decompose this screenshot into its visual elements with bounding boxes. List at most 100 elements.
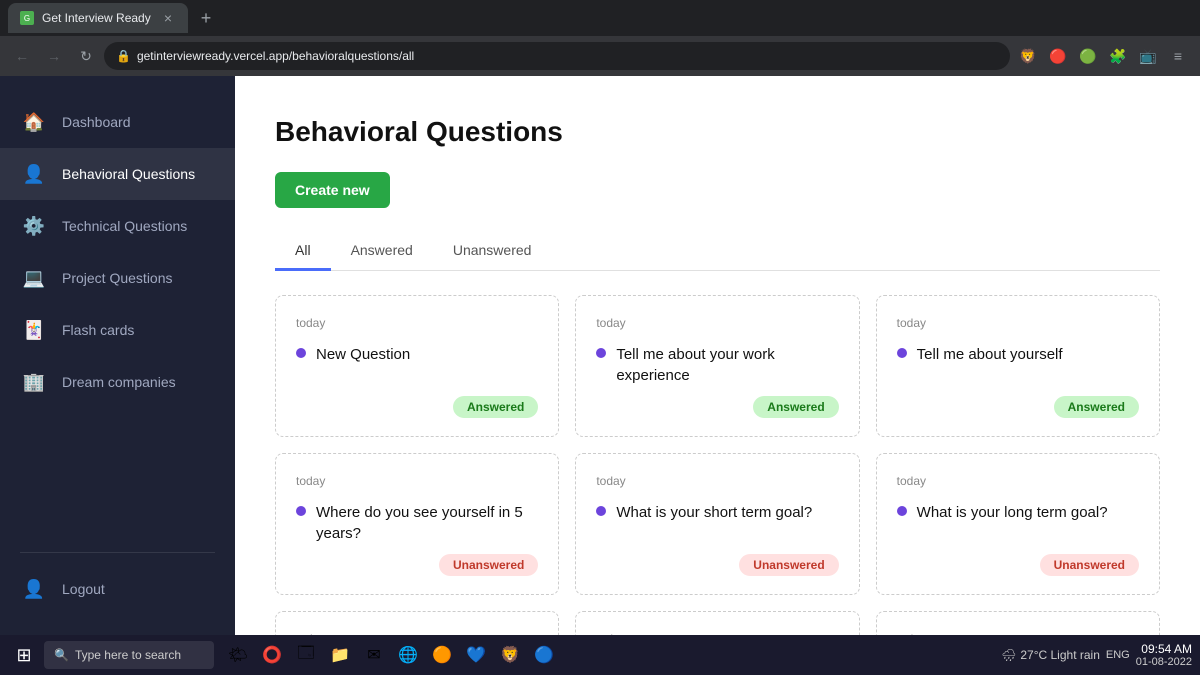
page-title: Behavioral Questions — [275, 116, 1160, 148]
unanswered-badge: Unanswered — [439, 554, 538, 576]
browser-extension-icons: 🦁 🔴 🟢 🧩 📺 ≡ — [1014, 42, 1192, 70]
tab-close-button[interactable]: × — [160, 10, 176, 26]
question-card[interactable]: today Tell me about yourself Answered — [876, 295, 1160, 437]
question-card[interactable]: today What is your long term goal? Unans… — [876, 453, 1160, 595]
taskbar-app-office[interactable]: 🟠 — [426, 639, 458, 671]
create-new-button[interactable]: Create new — [275, 172, 390, 208]
answered-badge: Answered — [753, 396, 838, 418]
card-date: today — [296, 316, 538, 330]
app-layout: 🏠 Dashboard 👤 Behavioral Questions ⚙️ Te… — [0, 76, 1200, 635]
start-button[interactable]: ⊞ — [8, 639, 40, 671]
taskbar-app-taskview[interactable]: 🗔 — [290, 639, 322, 671]
lock-icon: 🔒 — [116, 49, 131, 63]
back-button[interactable]: ← — [8, 42, 36, 70]
sidebar-bottom: 👤 Logout — [0, 542, 235, 615]
sidebar-label-dream: Dream companies — [62, 374, 176, 390]
profile-icon[interactable]: 🟢 — [1074, 42, 1102, 70]
taskbar-app-cortana[interactable]: ⭕ — [256, 639, 288, 671]
taskbar-search[interactable]: 🔍 Type here to search — [44, 641, 214, 669]
menu-icon[interactable]: ≡ — [1164, 42, 1192, 70]
tab-title: Get Interview Ready — [42, 11, 152, 25]
flashcards-icon: 🃏 — [20, 316, 48, 344]
card-text: What is your short term goal? — [616, 502, 812, 523]
sidebar-item-behavioral[interactable]: 👤 Behavioral Questions — [0, 148, 235, 200]
sidebar-item-flashcards[interactable]: 🃏 Flash cards — [0, 304, 235, 356]
sidebar-divider — [20, 552, 215, 553]
sidebar-label-logout: Logout — [62, 581, 105, 597]
tab-favicon: G — [20, 11, 34, 25]
search-placeholder: Type here to search — [75, 648, 181, 662]
active-tab[interactable]: G Get Interview Ready × — [8, 3, 188, 33]
question-card[interactable]: today How do you manage your — [275, 611, 559, 635]
card-question: New Question — [296, 344, 538, 386]
question-card[interactable]: today Where do you see yourself in 5 yea… — [275, 453, 559, 595]
taskbar-app-explorer[interactable]: 📁 — [324, 639, 356, 671]
card-badge: Unanswered — [439, 556, 538, 574]
sidebar-item-dashboard[interactable]: 🏠 Dashboard — [0, 96, 235, 148]
card-date: today — [897, 316, 1139, 330]
question-card[interactable]: today What is your short term goal? Unan… — [575, 453, 859, 595]
card-dot — [296, 348, 306, 358]
taskbar-app-edge[interactable]: 🌐 — [392, 639, 424, 671]
new-tab-button[interactable]: + — [192, 4, 220, 32]
sidebar-item-technical[interactable]: ⚙️ Technical Questions — [0, 200, 235, 252]
card-text: Where do you see yourself in 5 years? — [316, 502, 538, 544]
card-dot — [897, 506, 907, 516]
taskbar-right: 🌧 27°C Light rain ENG 09:54 AM 01-08-202… — [1001, 642, 1192, 668]
card-date: today — [897, 474, 1139, 488]
card-text: What is your long term goal? — [917, 502, 1108, 523]
question-card[interactable]: today Tell me about your work experience… — [575, 295, 859, 437]
question-card[interactable]: today What steps do you take to — [575, 611, 859, 635]
technical-icon: ⚙️ — [20, 212, 48, 240]
card-dot — [897, 348, 907, 358]
taskbar-app-weather[interactable]: 🌤 — [222, 639, 254, 671]
extension-icon[interactable]: 🔴 — [1044, 42, 1072, 70]
forward-button[interactable]: → — [40, 42, 68, 70]
card-date: today — [296, 474, 538, 488]
tab-unanswered[interactable]: Unanswered — [433, 232, 552, 271]
taskbar-app-vscode[interactable]: 💙 — [460, 639, 492, 671]
address-bar[interactable]: 🔒 getinterviewready.vercel.app/behaviora… — [104, 42, 1010, 70]
question-card[interactable]: today New Question Answered — [275, 295, 559, 437]
url-text: getinterviewready.vercel.app/behavioralq… — [137, 49, 998, 63]
screen-icon[interactable]: 📺 — [1134, 42, 1162, 70]
logout-icon: 👤 — [20, 575, 48, 603]
dream-icon: 🏢 — [20, 368, 48, 396]
sidebar-item-dream[interactable]: 🏢 Dream companies — [0, 356, 235, 408]
sidebar-item-project[interactable]: 💻 Project Questions — [0, 252, 235, 304]
taskbar-app-mail[interactable]: ✉ — [358, 639, 390, 671]
card-badge: Answered — [453, 398, 538, 416]
unanswered-badge: Unanswered — [739, 554, 838, 576]
card-dot — [596, 506, 606, 516]
reload-button[interactable]: ↻ — [72, 42, 100, 70]
card-text: New Question — [316, 344, 410, 365]
weather-icon: 🌧 — [1001, 648, 1016, 662]
question-card[interactable]: today How do you resolve conflicts — [876, 611, 1160, 635]
weather-text: 27°C Light rain — [1020, 648, 1100, 662]
sidebar-label-project: Project Questions — [62, 270, 173, 286]
answered-badge: Answered — [1054, 396, 1139, 418]
card-date: today — [596, 316, 838, 330]
sidebar-label-technical: Technical Questions — [62, 218, 187, 234]
card-question: Tell me about your work experience — [596, 344, 838, 386]
taskbar-app-chrome[interactable]: 🔵 — [528, 639, 560, 671]
unanswered-badge: Unanswered — [1040, 554, 1139, 576]
sidebar-nav: 🏠 Dashboard 👤 Behavioral Questions ⚙️ Te… — [0, 96, 235, 542]
brave-icon[interactable]: 🦁 — [1014, 42, 1042, 70]
tab-answered[interactable]: Answered — [331, 232, 433, 271]
taskbar-clock: 09:54 AM 01-08-2022 — [1136, 642, 1192, 668]
nav-bar: ← → ↻ 🔒 getinterviewready.vercel.app/beh… — [0, 36, 1200, 76]
filter-tabs: All Answered Unanswered — [275, 232, 1160, 271]
card-badge: Unanswered — [739, 556, 838, 574]
main-content: Behavioral Questions Create new All Answ… — [235, 76, 1200, 635]
questions-grid: today New Question Answered today Tell m… — [275, 295, 1160, 635]
taskbar-app-brave[interactable]: 🦁 — [494, 639, 526, 671]
tab-all[interactable]: All — [275, 232, 331, 271]
clock-time: 09:54 AM — [1136, 642, 1192, 656]
card-question: Where do you see yourself in 5 years? — [296, 502, 538, 544]
card-text: Tell me about your work experience — [616, 344, 838, 386]
sidebar-item-logout[interactable]: 👤 Logout — [0, 563, 235, 615]
browser-chrome: G Get Interview Ready × + ← → ↻ 🔒 getint… — [0, 0, 1200, 76]
puzzle-icon[interactable]: 🧩 — [1104, 42, 1132, 70]
card-badge: Unanswered — [1040, 556, 1139, 574]
